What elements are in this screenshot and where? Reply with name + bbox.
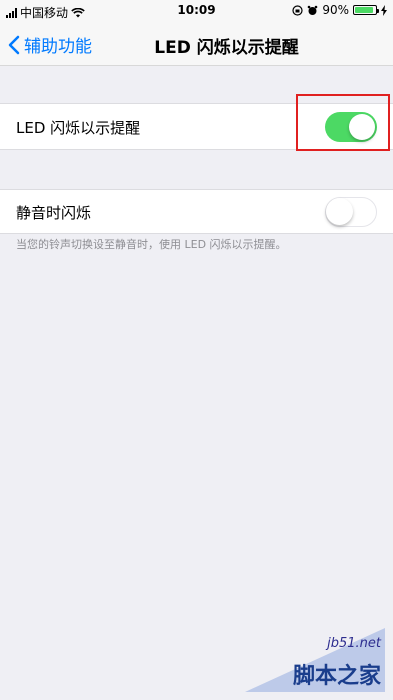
status-right: 90%	[292, 3, 387, 17]
watermark-text: 脚本之家	[292, 664, 381, 689]
charging-icon	[381, 4, 387, 16]
status-bar: 中国移动 10:09 90%	[0, 0, 393, 22]
footer-note: 当您的铃声切换设至静音时，使用 LED 闪烁以示提醒。	[16, 238, 287, 251]
watermark-url: jb51.net	[327, 636, 381, 651]
toggle-knob	[326, 198, 353, 225]
led-flash-label: LED 闪烁以示提醒	[16, 119, 141, 137]
flash-on-silent-toggle[interactable]	[325, 197, 377, 227]
page-title: LED 闪烁以示提醒	[154, 38, 299, 58]
battery-icon	[353, 5, 379, 15]
alarm-icon	[308, 5, 318, 15]
orientation-lock-icon	[292, 4, 303, 16]
watermark: jb51.net 脚本之家	[245, 628, 385, 692]
navigation-bar: 辅助功能 LED 闪烁以示提醒	[0, 22, 393, 66]
battery-percent: 90%	[322, 3, 349, 17]
flash-on-silent-label: 静音时闪烁	[16, 204, 92, 222]
flash-on-silent-row: 静音时闪烁	[0, 189, 393, 234]
highlight-box	[296, 94, 390, 151]
